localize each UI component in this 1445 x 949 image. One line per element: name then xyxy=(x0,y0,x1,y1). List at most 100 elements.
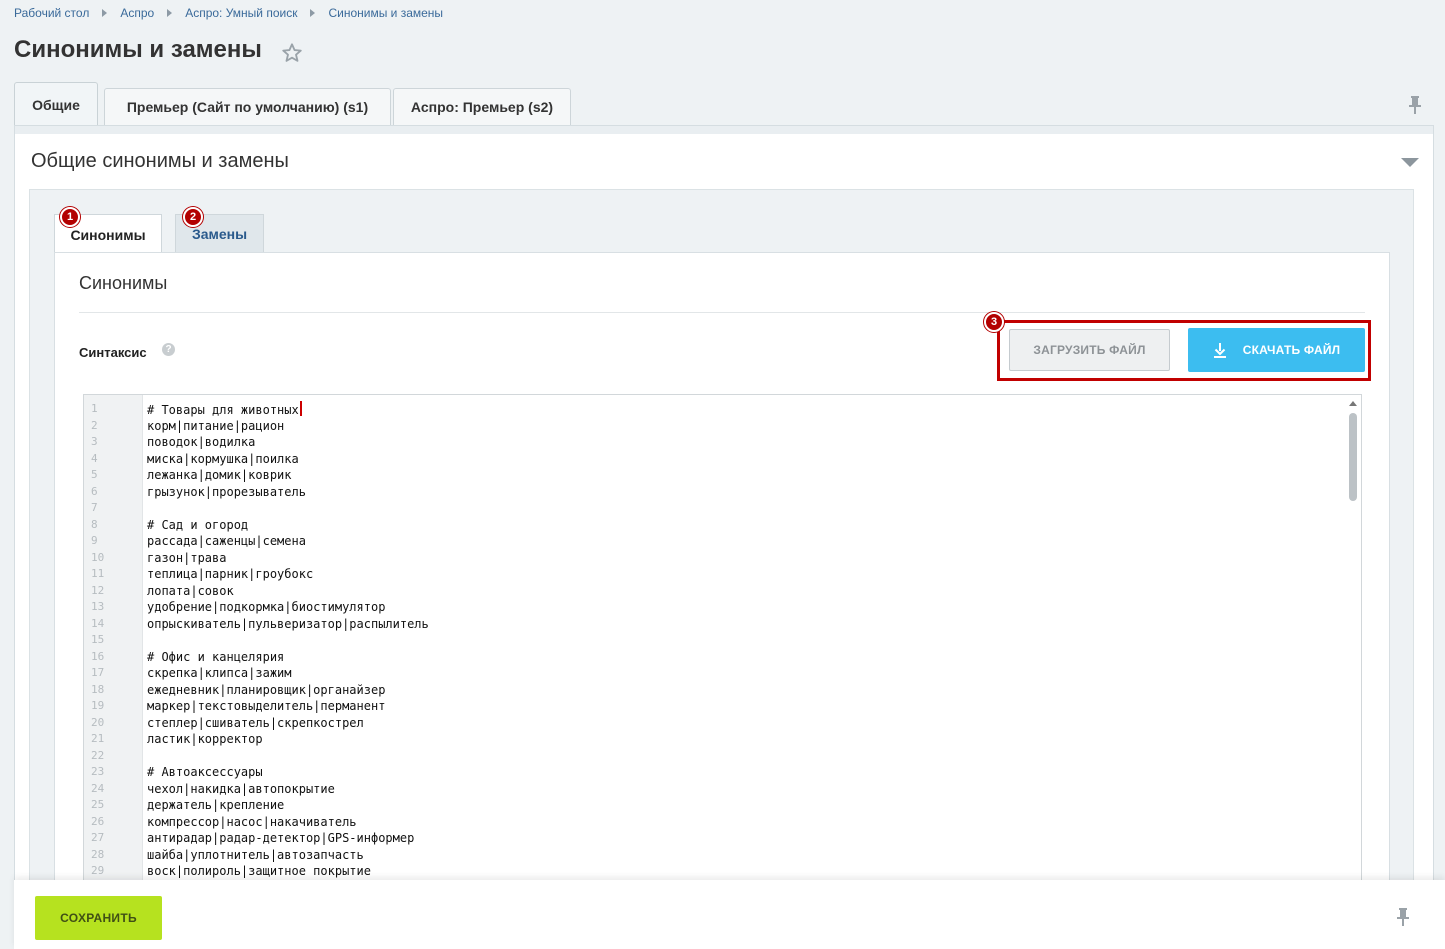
line-number: 6 xyxy=(91,484,98,498)
line-number: 2 xyxy=(91,418,98,432)
scroll-up-icon[interactable] xyxy=(1349,401,1357,406)
download-file-label: СКАЧАТЬ ФАЙЛ xyxy=(1242,343,1341,357)
code-line: 27 антирадар|радар-детектор|GPS-информер xyxy=(84,830,1361,847)
code-line: 23 # Автоаксессуары xyxy=(84,764,1361,781)
pin-icon[interactable] xyxy=(1395,907,1411,927)
line-number: 12 xyxy=(91,583,105,597)
code-line: 22 xyxy=(84,748,1361,765)
code-line-text: компрессор|насос|накачиватель xyxy=(147,814,357,829)
text-cursor xyxy=(299,401,302,416)
line-number: 25 xyxy=(91,798,105,811)
code-line-text: # Товары для животных xyxy=(142,401,302,418)
code-line: 18 ежедневник|планировщик|органайзер xyxy=(84,682,1361,699)
line-number: 16 xyxy=(91,649,105,663)
tab-general[interactable]: Общие xyxy=(14,82,98,126)
code-line: 19 маркер|текстовыделитель|перманент xyxy=(84,698,1361,715)
footer-bar: СОХРАНИТЬ xyxy=(14,880,1445,949)
download-icon xyxy=(1213,343,1226,358)
step-badge-3: 3 xyxy=(984,312,1004,332)
line-number: 22 xyxy=(91,748,105,762)
code-line-text: грызунок|прорезыватель xyxy=(147,484,306,499)
code-line-text: опрыскиватель|пульверизатор|распылитель xyxy=(147,616,429,631)
code-line: 7 xyxy=(84,500,1361,517)
main-panel: Общие синонимы и замены Синонимы Замены … xyxy=(14,125,1434,894)
line-number: 29 xyxy=(91,864,105,877)
breadcrumb-item-aspro[interactable]: Аспро xyxy=(120,6,154,20)
code-line-text: скрепка|клипса|зажим xyxy=(147,666,292,680)
code-line-text: держатель|крепление xyxy=(147,798,285,812)
synonyms-code-editor[interactable]: 1 # Товары для животных 2 корм|питание|раци… xyxy=(83,394,1362,894)
save-label: СОХРАНИТЬ xyxy=(60,911,137,925)
line-number: 27 xyxy=(91,831,105,844)
tab-label: Замены xyxy=(191,225,248,242)
save-button[interactable]: СОХРАНИТЬ xyxy=(35,896,162,940)
code-line-text: рассада|саженцы|семена xyxy=(147,534,306,548)
breadcrumb-separator-icon xyxy=(310,9,316,17)
download-file-button[interactable]: СКАЧАТЬ ФАЙЛ xyxy=(1188,328,1365,372)
code-line: 11 теплица|парник|гроубокс xyxy=(84,566,1361,583)
tab-label: Общие xyxy=(32,96,80,113)
scrollbar-thumb[interactable] xyxy=(1349,413,1357,501)
code-line-text: теплица|парник|гроубокс xyxy=(147,567,314,581)
code-line-text: поводок|водилка xyxy=(147,435,256,449)
collapse-arrow-icon[interactable] xyxy=(1401,158,1419,167)
line-number: 3 xyxy=(91,435,98,448)
code-line-text: степлер|сшиватель|скрепкострел xyxy=(147,715,364,730)
code-line-text: маркер|текстовыделитель|перманент xyxy=(147,699,386,713)
syntax-label: Синтаксис xyxy=(79,345,147,360)
tab-label: Премьер (Сайт по умолчанию) (s1) xyxy=(126,99,369,115)
line-number: 9 xyxy=(91,534,98,547)
line-number: 8 xyxy=(91,517,98,531)
code-line: 16 # Офис и канцелярия xyxy=(84,649,1361,666)
breadcrumb-item-desktop[interactable]: Рабочий стол xyxy=(14,6,89,20)
code-line-text: антирадар|радар-детектор|GPS-информер xyxy=(147,831,415,845)
line-number: 11 xyxy=(91,567,105,580)
line-number: 4 xyxy=(91,451,98,465)
help-icon[interactable]: ? xyxy=(162,343,175,356)
code-line-text: газон|трава xyxy=(147,550,227,565)
code-line: 15 xyxy=(84,632,1361,649)
line-number: 17 xyxy=(91,666,105,679)
code-line: 8 # Сад и огород xyxy=(84,517,1361,534)
line-number: 19 xyxy=(91,699,105,712)
code-line-text: # Офис и канцелярия xyxy=(147,649,285,664)
code-line: 5 лежанка|домик|коврик xyxy=(84,467,1361,484)
breadcrumb-item-current[interactable]: Синонимы и замены xyxy=(328,6,443,20)
code-line: 6 грызунок|прорезыватель xyxy=(84,484,1361,501)
code-line-text: ластик|корректор xyxy=(147,732,263,746)
code-line-text: лопата|совок xyxy=(147,583,234,598)
code-lines: 1 # Товары для животных 2 корм|питание|раци… xyxy=(84,401,1361,880)
editor-scrollbar[interactable] xyxy=(1344,395,1361,893)
code-line: 20 степлер|сшиватель|скрепкострел xyxy=(84,715,1361,732)
code-line-text: корм|питание|рацион xyxy=(147,418,285,433)
breadcrumb-separator-icon xyxy=(102,9,108,17)
tab-premier-s1[interactable]: Премьер (Сайт по умолчанию) (s1) xyxy=(104,88,391,125)
code-line: 2 корм|питание|рацион xyxy=(84,418,1361,435)
code-line-text: чехол|накидка|автопокрытие xyxy=(147,781,335,796)
breadcrumb-item-smart-search[interactable]: Аспро: Умный поиск xyxy=(185,6,297,20)
upload-file-button[interactable]: ЗАГРУЗИТЬ ФАЙЛ xyxy=(1009,329,1170,371)
line-number: 20 xyxy=(91,715,105,729)
code-line-text: воск|полироль|защитное покрытие xyxy=(147,864,371,878)
code-line-text: # Автоаксессуары xyxy=(147,765,263,779)
code-line: 12 лопата|совок xyxy=(84,583,1361,600)
line-number: 13 xyxy=(91,600,105,613)
star-icon[interactable] xyxy=(281,42,303,64)
code-line: 1 # Товары для животных xyxy=(84,401,1361,418)
code-line: 13 удобрение|подкормка|биостимулятор xyxy=(84,599,1361,616)
code-line: 25 держатель|крепление xyxy=(84,797,1361,814)
page-title: Синонимы и замены xyxy=(14,36,262,63)
upload-file-label: ЗАГРУЗИТЬ ФАЙЛ xyxy=(1033,343,1146,357)
pin-icon[interactable] xyxy=(1407,95,1423,115)
code-line: 29 воск|полироль|защитное покрытие xyxy=(84,863,1361,880)
breadcrumb-separator-icon xyxy=(167,9,173,17)
code-line: 10 газон|трава xyxy=(84,550,1361,567)
code-line-text: удобрение|подкормка|биостимулятор xyxy=(147,600,386,614)
code-line-text: миска|кормушка|поилка xyxy=(147,451,299,466)
line-number: 23 xyxy=(91,765,105,778)
code-line-text: лежанка|домик|коврик xyxy=(147,468,292,482)
line-number: 21 xyxy=(91,732,105,745)
tab-aspro-premier-s2[interactable]: Аспро: Премьер (s2) xyxy=(393,88,571,125)
